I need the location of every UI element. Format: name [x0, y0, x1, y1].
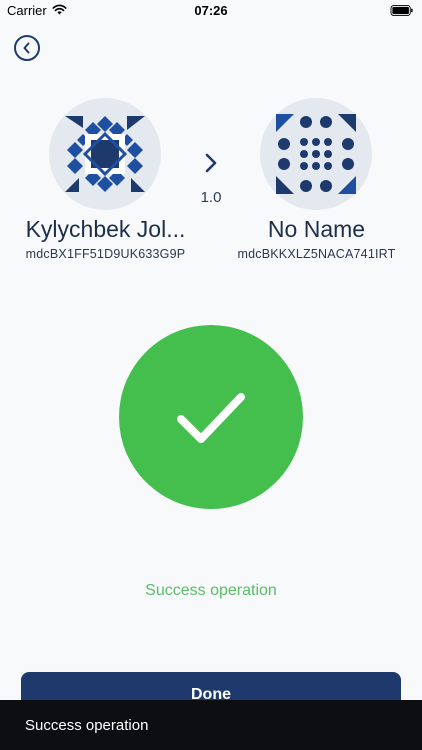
sender-identicon: [65, 116, 145, 192]
clock: 07:26: [194, 3, 228, 18]
success-message: Success operation: [145, 582, 277, 599]
receiver-identicon: [276, 114, 356, 194]
chevron-left-icon: [23, 42, 30, 54]
transfer-amount: 1.0: [200, 189, 222, 206]
receiver-name: No Name: [267, 216, 366, 242]
sender-address: mdcBX1FF51D9UK633G9P: [25, 247, 186, 261]
battery-icon: [390, 5, 413, 16]
toast-message: Success operation: [25, 717, 149, 734]
receiver-address: mdcBKKXLZ5NACA741IRT: [237, 247, 396, 261]
status-bar: Carrier 07:26: [0, 0, 422, 22]
sender-avatar: [49, 98, 161, 210]
receiver-avatar: [260, 98, 372, 210]
checkmark-icon: [177, 393, 245, 443]
sender-name: Kylychbek Jol...: [25, 216, 186, 242]
toast-snackbar: Success operation: [0, 700, 422, 750]
back-button[interactable]: [14, 35, 40, 61]
success-indicator: [119, 325, 303, 509]
chevron-right-icon: [205, 153, 217, 173]
